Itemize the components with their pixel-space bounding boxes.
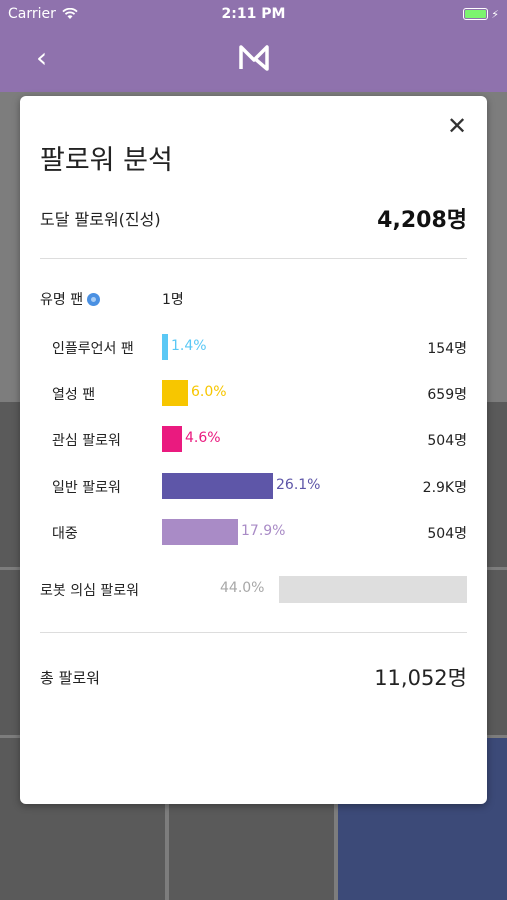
breakdown-count: 2.9K명: [422, 480, 467, 496]
background-thumbnail: [0, 402, 22, 567]
breakdown-label: 열성 팬: [52, 387, 96, 403]
breakdown-bar: [162, 380, 188, 406]
modal-title: 팔로워 분석: [40, 145, 173, 176]
breakdown-row: 대중 17.9% 504명: [20, 519, 487, 545]
navigation-bar: ‹: [0, 28, 507, 92]
breakdown-count: 504명: [427, 433, 467, 449]
breakdown-label: 관심 팔로워: [52, 433, 121, 449]
background-thumbnail: [487, 570, 507, 735]
breakdown-percent: 26.1%: [276, 477, 321, 493]
status-time: 2:11 PM: [221, 6, 286, 22]
breakdown-row: 일반 팔로워 26.1% 2.9K명: [20, 473, 487, 499]
breakdown-percent: 1.4%: [171, 338, 207, 354]
background-thumbnail: [0, 570, 22, 735]
breakdown-percent: 6.0%: [191, 384, 227, 400]
reach-value: 4,208명: [377, 208, 467, 233]
robot-bar: [279, 576, 467, 603]
famous-fan-label: 유명 팬: [40, 292, 84, 308]
robot-label: 로봇 의심 팔로워: [40, 583, 140, 599]
breakdown-label: 일반 팔로워: [52, 480, 121, 496]
breakdown-percent: 4.6%: [185, 430, 221, 446]
breakdown-row: 관심 팔로워 4.6% 504명: [20, 426, 487, 452]
breakdown-count: 154명: [427, 341, 467, 357]
breakdown-bar: [162, 334, 168, 360]
famous-fan-value: 1명: [162, 292, 184, 308]
breakdown-label: 인플루언서 팬: [52, 341, 134, 357]
breakdown-count: 504명: [427, 526, 467, 542]
breakdown-bar: [162, 519, 238, 545]
follower-analysis-modal: ✕ 팔로워 분석 도달 팔로워(진성) 4,208명 유명 팬 1명 인플루언서…: [20, 96, 487, 804]
total-value: 11,052명: [374, 666, 467, 690]
breakdown-count: 659명: [427, 387, 467, 403]
battery-icon: ⚡: [463, 7, 499, 21]
reach-label: 도달 팔로워(진성): [40, 210, 161, 229]
breakdown-row: 인플루언서 팬 1.4% 154명: [20, 334, 487, 360]
background-thumbnail: [169, 804, 334, 900]
total-label: 총 팔로워: [40, 669, 100, 687]
chevron-left-icon[interactable]: ‹: [36, 44, 47, 72]
breakdown-bar: [162, 426, 182, 452]
status-bar: Carrier 2:11 PM ⚡: [0, 0, 507, 28]
close-icon[interactable]: ✕: [447, 114, 467, 138]
divider: [40, 258, 467, 259]
divider: [40, 632, 467, 633]
breakdown-bar: [162, 473, 273, 499]
robot-percent: 44.0%: [220, 580, 265, 596]
famous-fan-label-group: 유명 팬: [40, 289, 101, 309]
background-thumbnail: [487, 402, 507, 567]
app-logo-icon: [239, 45, 269, 71]
breakdown-row: 열성 팬 6.0% 659명: [20, 380, 487, 406]
breakdown-label: 대중: [52, 526, 78, 542]
verified-badge-icon: [87, 292, 101, 306]
breakdown-percent: 17.9%: [241, 523, 286, 539]
